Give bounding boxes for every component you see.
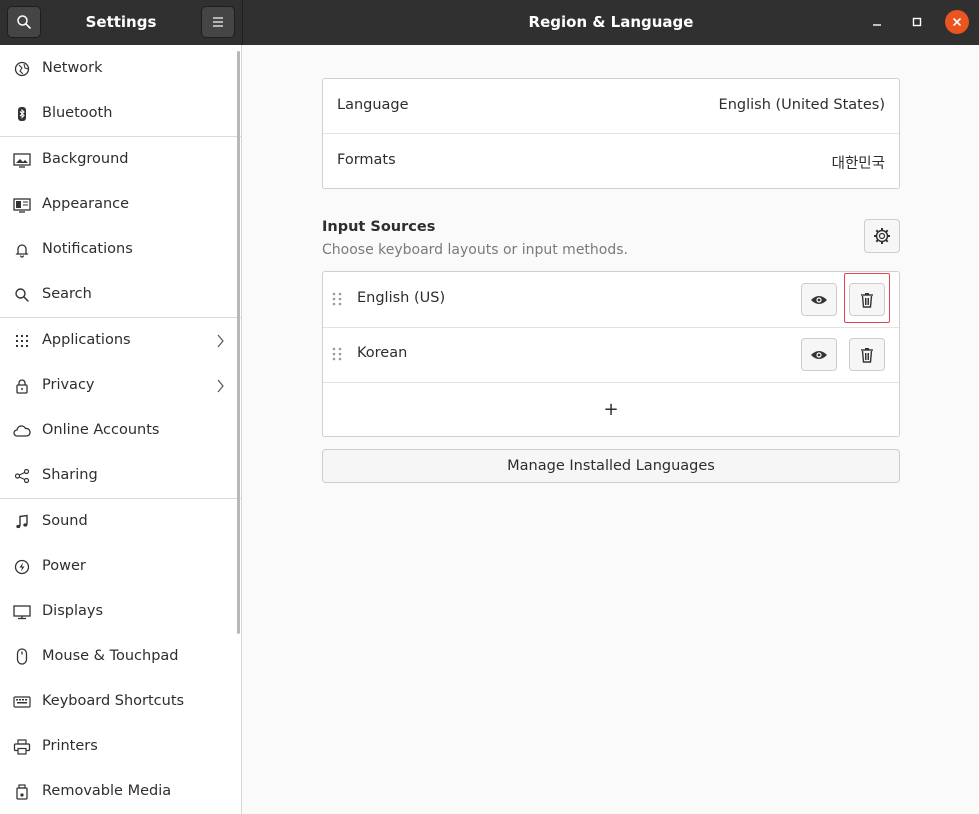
display-icon	[13, 603, 31, 621]
sidebar-item-label: Notifications	[42, 241, 133, 257]
hamburger-menu-icon	[213, 17, 223, 27]
input-source-row[interactable]: Korean	[323, 328, 899, 382]
sidebar-item-label: Privacy	[42, 377, 95, 393]
sidebar-scrollbar[interactable]	[237, 51, 240, 634]
formats-row[interactable]: Formats 대한민국	[323, 134, 899, 188]
sidebar-item-search[interactable]: Search	[0, 272, 241, 317]
cloud-icon	[13, 422, 31, 440]
eye-icon	[811, 295, 827, 304]
bluetooth-icon	[13, 105, 31, 123]
sidebar-item-network[interactable]: Network	[0, 46, 241, 91]
language-label: Language	[337, 97, 409, 113]
sidebar-item-removable-media[interactable]: Removable Media	[0, 769, 241, 814]
sidebar-item-label: Sound	[42, 513, 88, 529]
sidebar-item-sharing[interactable]: Sharing	[0, 453, 241, 498]
power-icon	[13, 558, 31, 576]
chevron-right-icon	[217, 379, 224, 393]
search-icon	[13, 286, 31, 304]
sidebar-item-label: Sharing	[42, 467, 98, 483]
sidebar: Network Bluetooth Background Appearance …	[0, 45, 242, 814]
search-button[interactable]	[7, 6, 41, 38]
add-icon: +	[603, 398, 619, 420]
bell-icon	[13, 241, 31, 259]
input-sources-subtitle: Choose keyboard layouts or input methods…	[322, 242, 628, 258]
sidebar-item-label: Mouse & Touchpad	[42, 648, 179, 664]
sidebar-item-background[interactable]: Background	[0, 137, 241, 182]
sidebar-item-label: Background	[42, 151, 129, 167]
sidebar-item-applications[interactable]: Applications	[0, 318, 241, 363]
close-icon	[953, 18, 961, 26]
network-icon	[13, 60, 31, 78]
sidebar-item-label: Network	[42, 60, 103, 76]
printer-icon	[13, 738, 31, 756]
manage-installed-languages-button[interactable]: Manage Installed Languages	[322, 449, 900, 483]
language-row[interactable]: Language English (United States)	[323, 79, 899, 134]
music-note-icon	[13, 513, 31, 531]
maximize-button[interactable]	[905, 10, 929, 34]
eye-icon	[811, 350, 827, 359]
sidebar-item-label: Removable Media	[42, 783, 172, 799]
sidebar-item-label: Displays	[42, 603, 104, 619]
usb-icon	[13, 783, 31, 801]
drag-handle-icon[interactable]	[332, 347, 342, 361]
sidebar-item-bluetooth[interactable]: Bluetooth	[0, 91, 241, 136]
sidebar-title: Settings	[85, 13, 157, 31]
share-icon	[13, 467, 31, 485]
sidebar-item-notifications[interactable]: Notifications	[0, 227, 241, 272]
header-bar: Settings Region & Language	[0, 0, 979, 45]
highlight-box	[844, 273, 890, 323]
sidebar-item-label: Appearance	[42, 196, 130, 212]
sidebar-item-keyboard-shortcuts[interactable]: Keyboard Shortcuts	[0, 679, 241, 724]
sidebar-item-online-accounts[interactable]: Online Accounts	[0, 408, 241, 453]
sidebar-item-appearance[interactable]: Appearance	[0, 182, 241, 227]
formats-label: Formats	[337, 152, 396, 168]
minimize-button[interactable]	[865, 10, 889, 34]
sidebar-item-printers[interactable]: Printers	[0, 724, 241, 769]
chevron-right-icon	[217, 334, 224, 348]
sidebar-item-label: Search	[42, 286, 92, 302]
sidebar-item-label: Printers	[42, 738, 98, 754]
sidebar-item-privacy[interactable]: Privacy	[0, 363, 241, 408]
keyboard-icon	[13, 693, 31, 711]
sidebar-item-mouse-touchpad[interactable]: Mouse & Touchpad	[0, 634, 241, 679]
input-sources-list: English (US) Korean +	[322, 271, 900, 437]
sidebar-item-label: Applications	[42, 332, 131, 348]
menu-button[interactable]	[201, 6, 235, 38]
mouse-icon	[13, 648, 31, 666]
input-sources-title: Input Sources	[322, 219, 436, 235]
lock-icon	[13, 377, 31, 395]
main-panel: Language English (United States) Formats…	[243, 45, 979, 814]
sidebar-header: Settings	[0, 0, 243, 45]
apps-grid-icon	[13, 332, 31, 350]
sidebar-item-label: Keyboard Shortcuts	[42, 693, 185, 709]
sidebar-item-displays[interactable]: Displays	[0, 589, 241, 634]
sidebar-item-sound[interactable]: Sound	[0, 499, 241, 544]
preview-layout-button[interactable]	[801, 283, 837, 316]
sidebar-item-label: Bluetooth	[42, 105, 113, 121]
input-sources-options-button[interactable]	[864, 219, 900, 253]
sidebar-item-label: Power	[42, 558, 86, 574]
minimize-icon	[873, 24, 881, 26]
formats-value: 대한민국	[831, 156, 885, 172]
input-source-row[interactable]: English (US)	[323, 272, 899, 327]
background-icon	[13, 151, 31, 169]
preview-layout-button[interactable]	[801, 338, 837, 371]
sidebar-item-power[interactable]: Power	[0, 544, 241, 589]
gear-icon	[874, 228, 890, 244]
maximize-icon	[912, 17, 922, 27]
search-icon	[17, 15, 31, 29]
drag-handle-icon[interactable]	[332, 292, 342, 306]
trash-icon	[861, 347, 873, 363]
appearance-icon	[13, 196, 31, 214]
close-button[interactable]	[945, 10, 969, 34]
sidebar-item-label: Online Accounts	[42, 422, 160, 438]
remove-input-source-button[interactable]	[849, 338, 885, 371]
add-input-source-button[interactable]: +	[323, 383, 899, 436]
region-settings-list: Language English (United States) Formats…	[322, 78, 900, 189]
input-source-name: Korean	[357, 345, 408, 361]
language-value: English (United States)	[718, 97, 885, 113]
input-source-name: English (US)	[357, 290, 446, 306]
